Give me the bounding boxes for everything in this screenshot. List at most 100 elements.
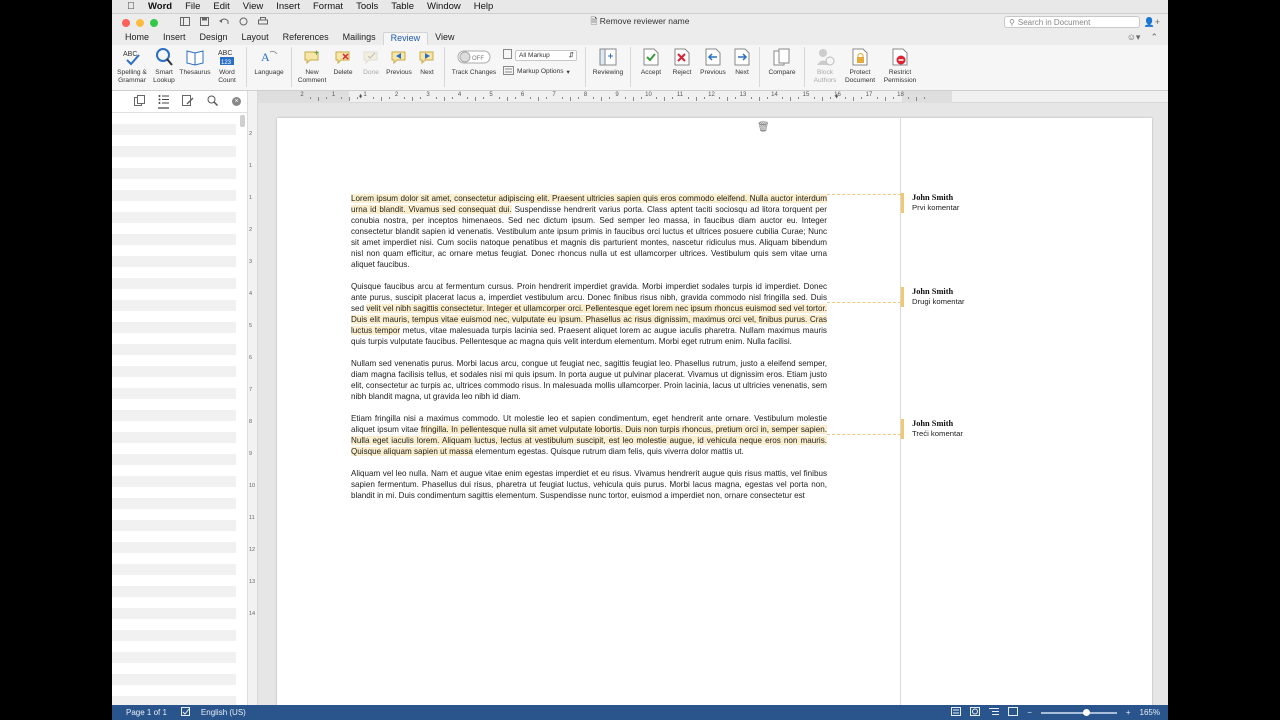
ruler-tick xyxy=(546,97,548,99)
menu-edit[interactable]: Edit xyxy=(213,1,229,12)
navigation-pane-toolbar: × xyxy=(112,91,247,113)
menu-word[interactable]: Word xyxy=(148,1,172,12)
reject-button[interactable]: Reject xyxy=(667,47,697,77)
tab-home[interactable]: Home xyxy=(118,32,156,45)
smiley-feedback-icon[interactable]: ☺▾ xyxy=(1127,32,1141,43)
menu-insert[interactable]: Insert xyxy=(276,1,300,12)
reviewing-pane-edit-icon[interactable] xyxy=(182,95,194,108)
word-count-icon: ABC 123 xyxy=(217,47,237,67)
language-button[interactable]: A Language xyxy=(251,47,287,77)
menu-window[interactable]: Window xyxy=(427,1,461,12)
menu-help[interactable]: Help xyxy=(474,1,494,12)
tab-design[interactable]: Design xyxy=(193,32,235,45)
thesaurus-button[interactable]: Thesaurus xyxy=(178,47,212,77)
close-window-button[interactable] xyxy=(122,18,130,27)
print-layout-icon[interactable] xyxy=(951,707,962,718)
menu-file[interactable]: File xyxy=(185,1,200,12)
markup-options-button[interactable]: Markup Options ▾ xyxy=(503,66,577,77)
thumbnails-icon[interactable] xyxy=(134,95,145,108)
next-comment-button[interactable]: Next xyxy=(414,47,440,77)
ruler-tick xyxy=(309,97,311,99)
new-comment-button[interactable]: + New Comment xyxy=(296,47,328,84)
comment-text[interactable]: Drugi komentar xyxy=(912,297,1151,307)
spelling-grammar-button[interactable]: ABC Spelling & Grammar xyxy=(114,47,150,84)
zoom-slider[interactable] xyxy=(1040,708,1117,716)
paragraph-1[interactable]: Lorem ipsum dolor sit amet, consectetur … xyxy=(351,193,827,270)
minimize-window-button[interactable] xyxy=(136,18,144,27)
tab-mailings[interactable]: Mailings xyxy=(336,32,383,45)
ruler-tick xyxy=(916,97,918,101)
redo-icon[interactable] xyxy=(239,17,248,29)
ruler-tick xyxy=(435,97,437,99)
document-body[interactable]: Lorem ipsum dolor sit amet, consectetur … xyxy=(351,193,827,512)
web-layout-icon[interactable] xyxy=(970,707,981,718)
track-changes-toggle[interactable]: OFF Track Changes xyxy=(449,47,499,77)
page-count[interactable]: Page 1 of 1 xyxy=(126,708,167,717)
tab-insert[interactable]: Insert xyxy=(156,32,193,45)
menu-tools[interactable]: Tools xyxy=(356,1,378,12)
next-change-button[interactable]: Next xyxy=(729,47,755,77)
outline-view-icon[interactable] xyxy=(989,707,1000,718)
menu-table[interactable]: Table xyxy=(391,1,414,12)
zoom-in-button[interactable]: + xyxy=(1126,708,1131,717)
delete-comment-button[interactable]: Delete xyxy=(328,47,358,77)
comment-balloon-2[interactable]: John Smith Drugi komentar xyxy=(901,287,1151,307)
compare-button[interactable]: Compare xyxy=(764,47,800,77)
svg-text:ABC: ABC xyxy=(123,51,137,58)
menu-view[interactable]: View xyxy=(243,1,263,12)
restrict-permission-button[interactable]: Restrict Permission xyxy=(879,47,921,84)
share-icon[interactable]: 👤+ xyxy=(1144,17,1160,28)
tab-references[interactable]: References xyxy=(276,32,336,45)
markup-select[interactable]: All Markup ⇵ xyxy=(503,49,577,61)
right-indent-marker-icon[interactable]: ⬧ xyxy=(835,93,838,101)
navigation-pane-scrollbar[interactable] xyxy=(240,115,245,127)
paragraph-2[interactable]: Quisque faucibus arcu at fermentum cursu… xyxy=(351,281,827,347)
zoom-slider-thumb[interactable] xyxy=(1082,708,1090,716)
comment-text[interactable]: Prvi komentar xyxy=(912,203,1151,213)
language-status[interactable]: English (US) xyxy=(201,708,246,717)
tab-view[interactable]: View xyxy=(428,32,461,45)
comment-author: John Smith xyxy=(912,287,954,296)
find-icon[interactable] xyxy=(207,95,219,108)
save-icon[interactable] xyxy=(200,16,209,29)
focus-mode-icon[interactable] xyxy=(1008,707,1019,718)
paragraph-4[interactable]: Etiam fringilla nisi a maximus commodo. … xyxy=(351,413,827,457)
zoom-window-button[interactable] xyxy=(150,18,158,27)
comment-text[interactable]: Treći komentar xyxy=(912,429,1151,439)
close-pane-icon[interactable]: × xyxy=(232,97,241,106)
comment-balloon-3[interactable]: John Smith Treći komentar xyxy=(901,419,1151,439)
done-button[interactable]: Done xyxy=(358,47,384,77)
indent-marker-icon[interactable]: ⬧ xyxy=(359,93,362,101)
block-authors-button[interactable]: Block Authors xyxy=(809,47,841,84)
vertical-ruler-number: 9 xyxy=(249,451,253,457)
print-icon[interactable] xyxy=(258,16,268,29)
menu-format[interactable]: Format xyxy=(313,1,343,12)
paragraph-3[interactable]: Nullam sed venenatis purus. Morbi lacus … xyxy=(351,358,827,402)
comment-author: John Smith xyxy=(912,193,954,202)
previous-comment-button[interactable]: Previous xyxy=(384,47,414,77)
smart-lookup-button[interactable]: Smart Lookup xyxy=(150,47,178,84)
document-map-icon[interactable] xyxy=(158,94,169,109)
apple-icon[interactable]:  xyxy=(126,1,136,12)
sidebar-toggle-icon[interactable] xyxy=(180,16,190,29)
horizontal-ruler[interactable]: 2 1 1 2 3 4 5 6 7 8 9 10 11 12 13 14 15 16 17 18 ⬧ ⬧ xyxy=(258,91,1168,103)
undo-icon[interactable] xyxy=(219,17,229,29)
markup-select-value[interactable]: All Markup ⇵ xyxy=(515,49,577,61)
reviewing-pane-button[interactable]: Reviewing xyxy=(590,47,626,77)
document-canvas[interactable]: 🗑 Lorem ipsum dolor sit amet, consectetu… xyxy=(258,103,1168,705)
document-page[interactable]: 🗑 Lorem ipsum dolor sit amet, consectetu… xyxy=(277,118,1152,705)
accept-button[interactable]: Accept xyxy=(635,47,667,77)
ruler-number: 4 xyxy=(457,92,462,98)
paragraph-5[interactable]: Aliquam vel leo nulla. Nam et augue vita… xyxy=(351,468,827,501)
protect-document-button[interactable]: Protect Document xyxy=(841,47,879,84)
search-input[interactable]: ⚲ Search in Document xyxy=(1004,16,1140,28)
collapse-ribbon-icon[interactable]: ⌃ xyxy=(1150,32,1158,43)
zoom-out-button[interactable]: − xyxy=(1027,708,1032,717)
comment-balloon-1[interactable]: John Smith Prvi komentar xyxy=(901,193,1151,213)
proofing-icon[interactable] xyxy=(180,707,191,718)
zoom-level[interactable]: 165% xyxy=(1140,708,1160,717)
word-count-button[interactable]: ABC 123 Word Count xyxy=(212,47,242,84)
tab-layout[interactable]: Layout xyxy=(235,32,276,45)
tab-review[interactable]: Review xyxy=(382,32,429,45)
previous-change-button[interactable]: Previous xyxy=(697,47,729,77)
